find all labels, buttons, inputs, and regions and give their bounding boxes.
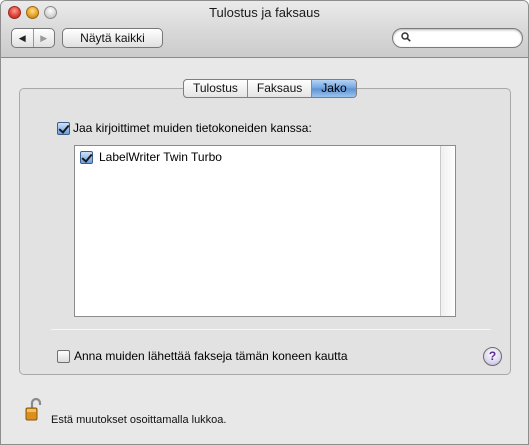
search-icon	[401, 32, 411, 42]
back-arrow-icon: ◀	[18, 32, 26, 43]
lock-label: Estä muutokset osoittamalla lukkoa.	[51, 414, 227, 426]
share-printers-label: Jaa kirjoittimet muiden tietokoneiden ka…	[73, 121, 312, 135]
printer-share-checkbox[interactable]	[80, 151, 93, 164]
printer-name: LabelWriter Twin Turbo	[99, 150, 222, 164]
list-item[interactable]: LabelWriter Twin Turbo	[75, 148, 441, 166]
list-scrollbar[interactable]	[440, 146, 455, 316]
preferences-window: Tulostus ja faksaus ◀ ▶ Näytä kaikki Tul…	[0, 0, 529, 445]
tab-faxing[interactable]: Faksaus	[248, 80, 313, 97]
forward-arrow-icon: ▶	[40, 32, 48, 43]
tab-sharing[interactable]: Jako	[312, 80, 356, 97]
fax-sharing-label: Anna muiden lähettää fakseja tämän konee…	[74, 349, 348, 363]
search-field[interactable]	[392, 28, 523, 48]
share-printers-checkbox[interactable]	[57, 122, 70, 135]
window-title: Tulostus ja faksaus	[209, 5, 320, 20]
forward-button[interactable]: ▶	[34, 29, 55, 47]
show-all-button[interactable]: Näytä kaikki	[62, 28, 163, 48]
tab-printing[interactable]: Tulostus	[184, 80, 248, 97]
back-forward-control: ◀ ▶	[11, 28, 55, 48]
title-toolbar: Tulostus ja faksaus ◀ ▶ Näytä kaikki	[1, 1, 528, 58]
back-button[interactable]: ◀	[12, 29, 34, 47]
search-input[interactable]	[415, 31, 515, 45]
divider	[51, 329, 491, 330]
tab-bar: Tulostus Faksaus Jako	[183, 79, 357, 98]
help-button[interactable]: ?	[483, 347, 502, 366]
fax-sharing-checkbox[interactable]	[57, 350, 70, 363]
printer-list: LabelWriter Twin Turbo	[74, 145, 456, 317]
lock-icon[interactable]	[25, 397, 43, 421]
